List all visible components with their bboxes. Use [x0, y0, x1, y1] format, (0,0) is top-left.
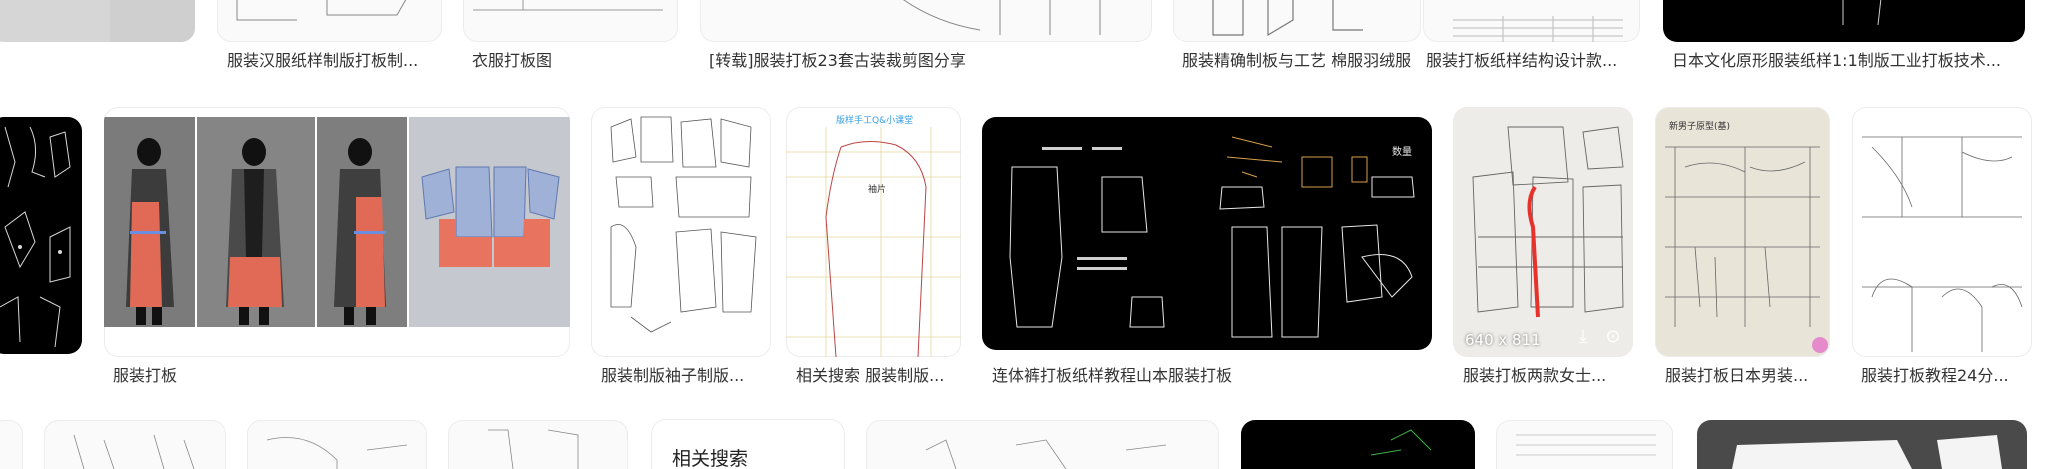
result-caption[interactable]: 服装打板教程24分... — [1861, 365, 2036, 387]
result-image-tile[interactable]: 数量 — [982, 117, 1432, 350]
download-icon[interactable]: ⤓ — [1571, 325, 1595, 349]
result-image-tile[interactable] — [44, 420, 226, 469]
result-image-tile[interactable] — [1852, 107, 2032, 357]
result-image-tile[interactable] — [1663, 0, 2025, 42]
image-search-results: 服装汉服纸样制版打板制... 衣服打板图 [转载]服装打板23套古装裁剪图分享 … — [0, 0, 2052, 469]
result-caption[interactable]: 服装汉服纸样制版打板制... — [227, 50, 442, 72]
result-caption[interactable]: 服装打板日本男装... — [1665, 365, 1835, 387]
result-image-tile[interactable] — [866, 420, 1219, 469]
result-image-tile[interactable] — [0, 0, 195, 42]
sleeve-piece-label: 袖片 — [868, 183, 886, 195]
result-caption[interactable]: 衣服打板图 — [472, 50, 672, 72]
result-caption[interactable]: 相关搜索 服装制版... — [796, 365, 966, 387]
visual-search-icon[interactable]: ⊙ — [1601, 325, 1625, 349]
result-image-tile[interactable] — [1173, 0, 1421, 42]
result-image-tile[interactable] — [1697, 420, 2027, 469]
sleeve-sheet-header: 版样手工Q&小课堂 — [836, 114, 913, 126]
result-caption[interactable]: 服装打板两款女士... — [1463, 365, 1633, 387]
result-image-tile[interactable]: 新男子原型(基) — [1655, 107, 1830, 357]
related-search-title: 相关搜索 — [672, 448, 749, 469]
result-caption[interactable]: [转载]服装打板23套古装裁剪图分享 — [709, 50, 1009, 72]
result-image-tile[interactable] — [1423, 0, 1640, 42]
result-image-tile[interactable] — [0, 420, 23, 469]
result-image-tile[interactable] — [217, 0, 442, 42]
result-image-tile[interactable]: 版样手工Q&小课堂 袖片 — [786, 107, 961, 357]
notebook-title: 新男子原型(基) — [1669, 120, 1730, 132]
related-search-card[interactable]: 相关搜索 — [652, 420, 844, 469]
result-image-tile[interactable] — [0, 117, 82, 354]
result-image-tile[interactable] — [463, 0, 678, 42]
result-image-tile[interactable] — [700, 0, 1152, 42]
result-image-tile[interactable] — [591, 107, 771, 357]
result-caption[interactable]: 服装精确制板与工艺 棉服羽绒服 — [1182, 50, 1422, 72]
result-caption[interactable]: 服装打板纸样结构设计款... — [1426, 50, 1646, 72]
result-image-tile[interactable] — [1241, 420, 1475, 469]
image-size-label: 640 x 811 — [1465, 331, 1541, 349]
result-image-tile-hovered[interactable]: 640 x 811 ⤓ ⊙ — [1453, 107, 1633, 357]
result-caption[interactable]: 服装打板 — [113, 365, 553, 387]
jumpsuit-count-label: 数量 — [1392, 145, 1412, 158]
result-image-tile[interactable] — [448, 420, 628, 469]
result-image-tile[interactable] — [1496, 420, 1673, 469]
result-image-tile[interactable] — [104, 107, 570, 357]
result-caption[interactable]: 日本文化原形服装纸样1:1制版工业打板技术... — [1672, 50, 2017, 72]
result-caption[interactable]: 服装制版袖子制版... — [601, 365, 771, 387]
result-image-tile[interactable] — [247, 420, 427, 469]
result-caption[interactable]: 连体裤打板纸样教程山本服装打板 — [992, 365, 1432, 387]
